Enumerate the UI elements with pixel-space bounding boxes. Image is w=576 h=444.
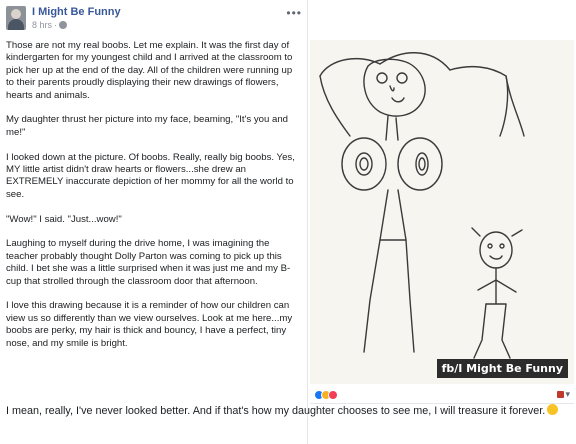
post-paragraph: Those are not my real boobs. Let me expl… [6,40,293,101]
photo-watermark: fb/I Might Be Funny [436,359,568,378]
more-options-icon[interactable]: ••• [286,6,302,20]
share-icon[interactable]: ▾ [557,389,570,400]
meta-separator: · [54,20,58,30]
avatar[interactable] [6,6,26,30]
post-paragraph: I looked down at the picture. Of boobs. … [6,151,295,200]
post-paragraph: "Wow!" I said. "Just...wow!" [6,213,122,225]
post-paragraph: I love this drawing because it is a remi… [6,300,293,349]
post-text: Those are not my real boobs. Let me expl… [6,40,302,362]
post-timestamp[interactable]: 8 hrs [32,20,52,30]
closing-text: I mean, really, I've never looked better… [6,405,546,417]
globe-icon [59,21,68,29]
post-paragraph: Laughing to myself during the drive home… [6,238,291,287]
smile-emoji-icon [547,404,559,415]
post-header: I Might Be Funny 8 hrs · ••• [6,4,304,34]
love-icon [328,390,338,400]
reaction-summary[interactable] [314,390,338,400]
post-meta: 8 hrs · [32,20,68,30]
photo-footer: ▾ [310,388,574,404]
child-drawing [310,40,574,384]
post-closing: I mean, really, I've never looked better… [6,404,566,418]
post-paragraph: My daughter thrust her picture into my f… [6,114,288,138]
column-divider [307,0,308,444]
page-name-link[interactable]: I Might Be Funny [32,6,121,18]
post-photo[interactable]: fb/I Might Be Funny [310,40,574,384]
